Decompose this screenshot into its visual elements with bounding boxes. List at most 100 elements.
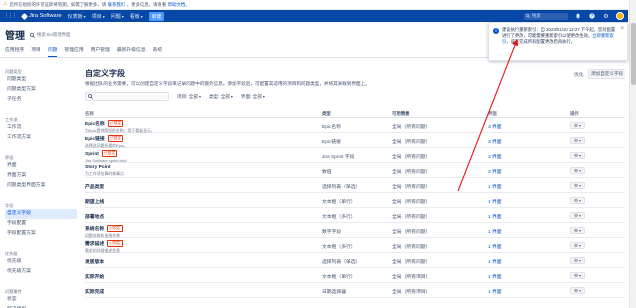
svg-text:?: ?	[591, 14, 593, 19]
optimize-button[interactable]: 优化	[572, 70, 586, 79]
create-button[interactable]: 新建	[148, 11, 165, 21]
field-screens-link[interactable]: 3 界面	[488, 170, 502, 175]
chevron-down-icon: ▾	[579, 138, 581, 143]
field-name[interactable]: 实际完成	[85, 290, 104, 295]
field-screens-link[interactable]: 1 界面	[488, 200, 502, 205]
field-name-cell: 产品类型	[85, 183, 315, 190]
field-name[interactable]: 需求描述	[85, 242, 104, 247]
field-type: 文本框（多行）	[322, 215, 356, 220]
field-actions-cell: ⚙ ▾	[570, 197, 585, 204]
field-screens-link[interactable]: 3 界面	[488, 140, 502, 145]
field-screens-link[interactable]: 1 界面	[488, 230, 502, 235]
sidebar-item[interactable]: 问题类型界面方案	[5, 181, 77, 191]
scrollbar-thumb[interactable]	[631, 23, 636, 85]
settings-gear-icon[interactable]: ⚙	[602, 12, 610, 20]
field-name-cell: Story Point 为工作项估算的故事点	[85, 165, 315, 177]
field-screens-link[interactable]: 1 界面	[488, 260, 502, 265]
locked-lozenge: 已锁定	[107, 225, 123, 233]
jira-logo[interactable]: Jira Software	[20, 12, 62, 20]
app-switcher-icon[interactable]: ⋮⋮⋮	[4, 13, 17, 19]
info-icon: i	[493, 28, 499, 34]
field-actions-button[interactable]: ⚙ ▾	[570, 212, 585, 219]
field-context: 全局（所有问题）	[392, 140, 431, 145]
sidebar-item[interactable]: 子任务	[5, 95, 77, 105]
tab-applications[interactable]: 应用程序	[5, 46, 24, 57]
nav-menu-dashboards[interactable]: 仪表板 ▾	[68, 13, 86, 20]
field-name[interactable]: Epic链接	[85, 137, 105, 142]
field-name[interactable]: Sprint	[85, 152, 99, 157]
notifications-bell-icon[interactable]	[574, 12, 582, 20]
user-avatar[interactable]	[616, 12, 624, 20]
field-actions-button[interactable]: ⚙ ▾	[570, 227, 585, 234]
field-name[interactable]: 产品类型	[85, 185, 104, 190]
tab-latest-upgrade-report[interactable]: 最新升级信息	[117, 46, 146, 57]
field-actions-button[interactable]: ⚙ ▾	[570, 152, 585, 159]
screen-filter-dropdown[interactable]: 界面: 全部 ▾	[241, 94, 265, 100]
tab-issues[interactable]: 问题	[47, 46, 58, 57]
field-actions-button[interactable]: ⚙ ▾	[570, 122, 585, 129]
field-filter-input[interactable]	[85, 92, 169, 101]
field-screens-link[interactable]: 1 界面	[488, 275, 502, 280]
field-actions-button[interactable]: ⚙ ▾	[570, 242, 585, 249]
tab-system[interactable]: 系统	[153, 46, 163, 57]
sidebar-item[interactable]: 字段配置	[5, 219, 77, 229]
field-screens-link[interactable]: 3 界面	[488, 125, 502, 130]
field-name[interactable]: 部署地点	[85, 215, 104, 220]
nav-menu-boards[interactable]: 看板 ▾	[130, 13, 143, 20]
field-actions-button[interactable]: ⚙ ▾	[570, 197, 585, 204]
field-actions-cell: ⚙ ▾	[570, 212, 585, 219]
field-screens-link[interactable]: 1 界面	[488, 245, 502, 250]
field-name[interactable]: Story Point	[85, 165, 111, 170]
field-name[interactable]: 期望上线	[85, 200, 104, 205]
field-actions-button[interactable]: ⚙ ▾	[570, 287, 585, 294]
sidebar-item[interactable]: 工作流	[5, 123, 77, 133]
banner-text: 您所在组织的许可证即将到期，如需了解更多，请	[9, 1, 107, 7]
type-filter-dropdown[interactable]: 类型: 全部 ▾	[209, 94, 233, 100]
nav-menu-label: 项目	[91, 13, 102, 20]
help-icon[interactable]: ?	[588, 12, 596, 20]
field-screens-link[interactable]: 3 界面	[488, 155, 502, 160]
field-actions-button[interactable]: ⚙ ▾	[570, 257, 585, 264]
sidebar-item[interactable]: 自定义字段	[5, 209, 77, 219]
field-actions-button[interactable]: ⚙ ▾	[570, 272, 585, 279]
tab-manage-apps[interactable]: 管理应用	[64, 46, 83, 57]
sidebar-item[interactable]: 字段配置方案	[5, 229, 77, 239]
field-actions-button[interactable]: ⚙ ▾	[570, 182, 585, 189]
close-icon[interactable]: ×	[620, 26, 624, 32]
field-screens-link[interactable]: 1 界面	[488, 290, 502, 295]
column-header-name[interactable]: 名称	[85, 111, 315, 117]
chevron-down-icon: ▾	[140, 13, 143, 19]
admin-tabs: 应用程序 项目 问题 管理应用 用户管理 最新升级信息 系统	[5, 46, 162, 57]
field-name[interactable]: 实际开始	[85, 275, 104, 280]
sidebar-item[interactable]: 问题类型方案	[5, 85, 77, 95]
add-custom-field-button[interactable]: 添加自定义字段	[588, 69, 625, 79]
field-name[interactable]: Epic名称	[85, 122, 105, 127]
help-docs-link[interactable]: 帮助文档。	[168, 2, 190, 8]
chevron-down-icon: ▾	[262, 94, 265, 99]
sidebar-item[interactable]: 界面方案	[5, 171, 77, 181]
field-screens-link[interactable]: 1 界面	[488, 215, 502, 220]
sidebar-item[interactable]: 工作流方案	[5, 133, 77, 143]
sidebar-item[interactable]: 优先级方案	[5, 267, 77, 277]
sidebar-item[interactable]: 优先级	[5, 257, 77, 267]
tab-user-management[interactable]: 用户管理	[91, 46, 110, 57]
sidebar-item[interactable]: 界面	[5, 161, 77, 171]
admin-search-input[interactable]: 搜索Jira管理界面	[30, 31, 70, 39]
field-actions-button[interactable]: ⚙ ▾	[570, 167, 585, 174]
tab-projects[interactable]: 项目	[31, 46, 41, 57]
field-actions-button[interactable]: ⚙ ▾	[570, 137, 585, 144]
sidebar-item[interactable]: 问题类型	[5, 75, 77, 85]
field-name[interactable]: 系统名称	[85, 227, 104, 232]
field-name[interactable]: 发版版本	[85, 260, 104, 265]
project-filter-dropdown[interactable]: 项目: 全部 ▾	[177, 94, 201, 100]
sidebar-item[interactable]: 状态	[5, 295, 77, 305]
gear-icon: ⚙	[574, 197, 579, 203]
field-screens-cell: 1 界面	[488, 288, 502, 295]
chevron-down-icon: ▾	[198, 94, 201, 99]
page-scrollbar[interactable]	[629, 0, 636, 308]
contact-us-link[interactable]: 联系我们	[108, 2, 126, 8]
field-screens-link[interactable]: 1 界面	[488, 185, 502, 190]
global-search-input[interactable]: 搜索	[524, 12, 568, 20]
nav-menu-projects[interactable]: 项目 ▾	[92, 13, 105, 20]
nav-menu-issues[interactable]: 问题 ▾	[111, 13, 124, 20]
